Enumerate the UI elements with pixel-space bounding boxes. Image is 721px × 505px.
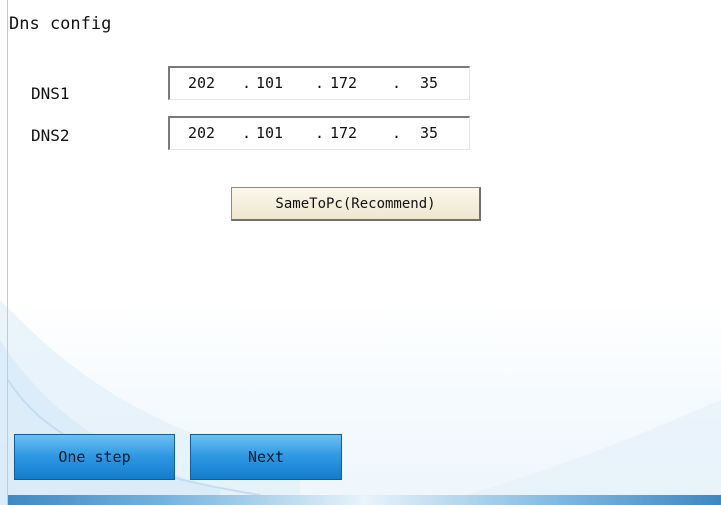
dns1-separator-2: . bbox=[315, 74, 325, 92]
dns2-octet-4[interactable]: 35 bbox=[420, 124, 438, 142]
dns1-octet-4[interactable]: 35 bbox=[420, 74, 438, 92]
dns2-octet-1[interactable]: 202 bbox=[188, 124, 215, 142]
dns2-octet-3[interactable]: 172 bbox=[330, 124, 357, 142]
dns1-label: DNS1 bbox=[31, 84, 70, 103]
dns1-octet-3[interactable]: 172 bbox=[330, 74, 357, 92]
left-border-line bbox=[7, 0, 8, 505]
dns2-separator-3: . bbox=[392, 124, 402, 142]
one-step-button[interactable]: One step bbox=[14, 434, 175, 480]
page-title: Dns config bbox=[9, 14, 112, 34]
dns1-octet-1[interactable]: 202 bbox=[188, 74, 215, 92]
dns2-ip-input[interactable]: 202 . 101 . 172 . 35 bbox=[168, 116, 470, 150]
dns1-octet-2[interactable]: 101 bbox=[256, 74, 283, 92]
dns1-separator-1: . bbox=[242, 74, 252, 92]
dns2-separator-2: . bbox=[315, 124, 325, 142]
dns2-label: DNS2 bbox=[31, 126, 70, 145]
bottom-accent-bar bbox=[8, 495, 721, 505]
dns2-separator-1: . bbox=[242, 124, 252, 142]
dns-config-panel: Dns config DNS1 202 . 101 . 172 . 35 DNS… bbox=[0, 0, 721, 505]
dns2-octet-2[interactable]: 101 bbox=[256, 124, 283, 142]
dns1-separator-3: . bbox=[392, 74, 402, 92]
dns1-ip-input[interactable]: 202 . 101 . 172 . 35 bbox=[168, 66, 470, 100]
next-button[interactable]: Next bbox=[190, 434, 342, 480]
same-to-pc-button[interactable]: SameToPc(Recommend) bbox=[231, 187, 481, 221]
